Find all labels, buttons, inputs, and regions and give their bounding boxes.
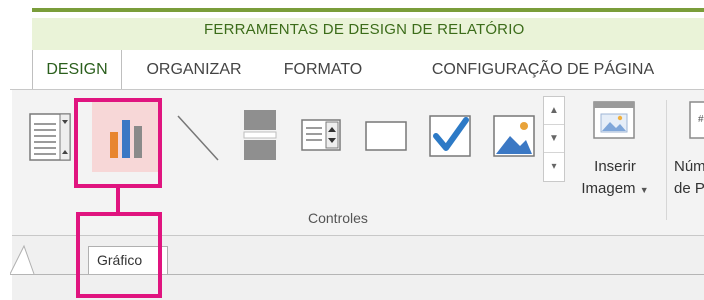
- insert-image-label-2: Imagem: [581, 180, 636, 197]
- insert-image-icon: [593, 101, 635, 139]
- highlight-connector: [116, 188, 120, 214]
- page-number-label-2: de P: [674, 180, 704, 197]
- list-box-icon[interactable]: [24, 102, 80, 172]
- checkbox-icon[interactable]: [422, 102, 478, 172]
- gallery-more-icon[interactable]: ▾: [544, 153, 564, 181]
- scroll-down-icon[interactable]: ▼: [544, 125, 564, 153]
- combo-box-icon[interactable]: [292, 102, 348, 172]
- insert-image-label-2-row: Imagem ▼: [574, 180, 656, 197]
- rectangle-icon[interactable]: [358, 102, 414, 172]
- gallery-scrollbar[interactable]: ▲ ▼ ▾: [543, 96, 565, 182]
- chevron-down-icon: ▼: [639, 185, 649, 195]
- tab-organizar[interactable]: ORGANIZAR: [134, 50, 254, 90]
- page-number-icon: #: [689, 101, 704, 139]
- tab-design[interactable]: DESIGN: [32, 50, 122, 90]
- svg-text:#: #: [698, 114, 704, 125]
- page-number-button[interactable]: # Núm de P: [674, 100, 704, 210]
- line-icon[interactable]: [170, 102, 226, 172]
- image-icon[interactable]: [486, 102, 542, 172]
- group-label-controles: Controles: [308, 210, 368, 226]
- insert-image-button[interactable]: Inserir Imagem ▼: [574, 100, 656, 210]
- ribbon-tabs: DESIGN ORGANIZAR FORMATO CONFIGURAÇÃO DE…: [12, 50, 704, 90]
- context-title: FERRAMENTAS DE DESIGN DE RELATÓRIO: [32, 18, 704, 50]
- scroll-up-icon[interactable]: ▲: [544, 97, 564, 125]
- highlight-tab-box: [76, 212, 162, 298]
- group-separator: [666, 100, 667, 220]
- context-tools-bar: FERRAMENTAS DE DESIGN DE RELATÓRIO: [12, 0, 704, 50]
- page-number-label-1: Núm: [674, 158, 704, 175]
- context-strip: [32, 8, 704, 12]
- split-rectangle-icon[interactable]: [234, 102, 284, 172]
- tab-configuracao-de-pagina[interactable]: CONFIGURAÇÃO DE PÁGINA: [390, 50, 696, 90]
- insert-image-label-1: Inserir: [594, 158, 636, 175]
- tab-formato[interactable]: FORMATO: [268, 50, 378, 90]
- highlight-chart-box: [74, 98, 162, 188]
